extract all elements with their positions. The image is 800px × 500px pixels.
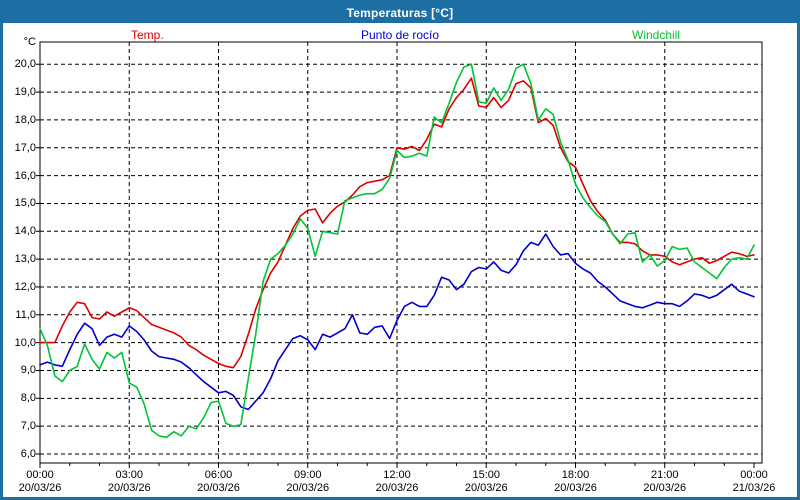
x-tick-date-label: 20/03/26 [187,482,251,494]
x-tick-time-label: 15:00 [454,469,518,481]
y-tick-label: 20,0 [3,58,36,70]
x-tick-time-label: 18:00 [544,469,608,481]
y-tick-label: 19,0 [3,86,36,98]
y-tick-label: 15,0 [3,197,36,209]
app-window: Temperaturas [°C] Temp. Punto de rocío W… [0,0,800,500]
x-tick-date-label: 20/03/26 [544,482,608,494]
y-tick-label: 8,0 [3,392,36,404]
x-tick-date-label: 20/03/26 [454,482,518,494]
x-tick-date-label: 20/03/26 [365,482,429,494]
x-tick-date-label: 20/03/26 [8,482,72,494]
y-tick-label: 16,0 [3,170,36,182]
y-tick-label: 11,0 [3,309,36,321]
y-tick-label: 13,0 [3,253,36,265]
y-tick-label: 18,0 [3,114,36,126]
plot-frame [40,42,762,463]
x-tick-date-label: 20/03/26 [633,482,697,494]
x-tick-time-label: 00:00 [722,469,786,481]
x-tick-time-label: 00:00 [8,469,72,481]
x-tick-time-label: 09:00 [276,469,340,481]
x-tick-time-label: 06:00 [187,469,251,481]
y-tick-label: 9,0 [3,364,36,376]
x-tick-date-label: 20/03/26 [276,482,340,494]
x-tick-time-label: 21:00 [633,469,697,481]
y-tick-label: 14,0 [3,225,36,237]
y-tick-label: 17,0 [3,142,36,154]
x-tick-date-label: 21/03/26 [722,482,786,494]
y-tick-label: 6,0 [3,448,36,460]
x-tick-time-label: 12:00 [365,469,429,481]
y-tick-label: 12,0 [3,281,36,293]
y-tick-label: 10,0 [3,337,36,349]
x-tick-date-label: 20/03/26 [97,482,161,494]
y-tick-label: 7,0 [3,420,36,432]
chart-plot-area [3,3,797,497]
x-tick-time-label: 03:00 [97,469,161,481]
